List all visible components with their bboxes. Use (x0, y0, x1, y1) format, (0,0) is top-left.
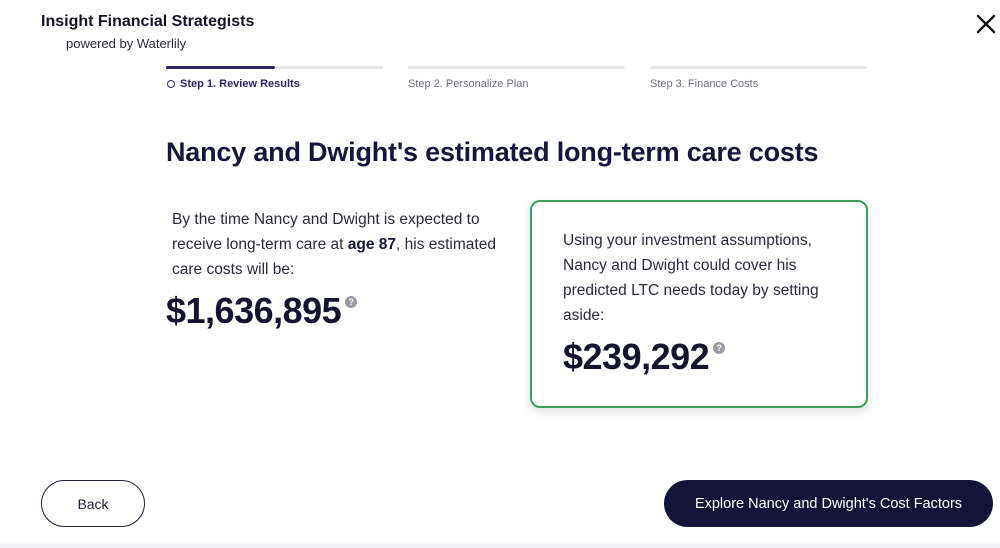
step-progress-bar (650, 66, 867, 69)
brand-subtitle: powered by Waterlily (66, 36, 187, 51)
back-button[interactable]: Back (41, 480, 145, 527)
close-icon (976, 14, 996, 34)
estimate-description: By the time Nancy and Dwight is expected… (172, 207, 502, 282)
age-value: age 87 (347, 236, 397, 253)
step-current-icon (167, 80, 175, 88)
bottom-divider (0, 540, 1000, 548)
savings-amount-block: $239,292? (563, 336, 726, 378)
savings-amount: $239,292 (563, 336, 710, 377)
step-label-text: Step 1. Review Results (180, 78, 300, 90)
explore-cost-factors-button[interactable]: Explore Nancy and Dwight's Cost Factors (664, 480, 993, 527)
brand-name: Insight Financial Strategists (41, 13, 255, 30)
help-icon[interactable]: ? (713, 342, 726, 354)
step-personalize-plan[interactable]: Step 2. Personalize Plan (408, 66, 625, 90)
step-review-results[interactable]: Step 1. Review Results (166, 66, 383, 90)
close-button[interactable] (974, 12, 998, 36)
step-label-text: Step 2. Personalize Plan (408, 78, 529, 90)
step-progress-bar (408, 66, 625, 69)
step-progress-fill (166, 66, 275, 69)
estimated-cost-amount: $1,636,895 (166, 290, 342, 331)
page-title: Nancy and Dwight's estimated long-term c… (166, 137, 819, 167)
step-progress-bar (166, 66, 383, 69)
savings-card: Using your investment assumptions, Nancy… (530, 200, 868, 408)
savings-description: Using your investment assumptions, Nancy… (563, 232, 819, 324)
step-label: Step 2. Personalize Plan (408, 78, 625, 90)
step-label-text: Step 3. Finance Costs (650, 78, 759, 90)
step-finance-costs[interactable]: Step 3. Finance Costs (650, 66, 867, 90)
step-label: Step 3. Finance Costs (650, 78, 867, 90)
help-icon[interactable]: ? (345, 296, 358, 308)
step-label: Step 1. Review Results (166, 78, 383, 90)
estimated-cost-block: $1,636,895? (166, 290, 358, 332)
